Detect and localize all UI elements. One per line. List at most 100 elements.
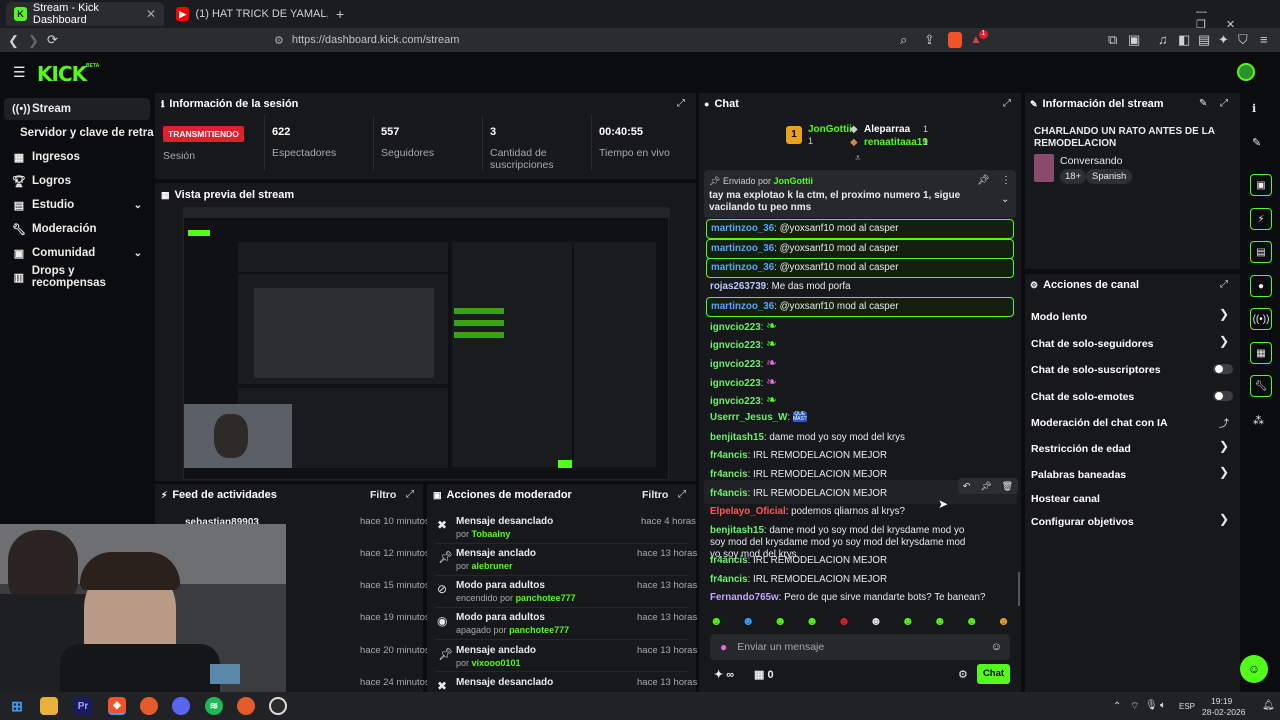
- emote-icon[interactable]: ☻: [965, 614, 978, 628]
- sidebar-item-stream[interactable]: ((•)) Stream: [4, 98, 150, 120]
- wallet-icon[interactable]: ▤: [1198, 32, 1210, 48]
- leo-icon[interactable]: ✦: [1218, 32, 1229, 48]
- expand-icon[interactable]: ⤢: [406, 489, 414, 500]
- chat-message[interactable]: ignvcio223: ❧: [710, 319, 1018, 334]
- rail-button-stream-info[interactable]: ▦: [1250, 342, 1272, 364]
- chat-message[interactable]: Elpelayo_Oficial: podemos qliarnos al kr…: [710, 506, 1018, 518]
- channel-action-slow-mode[interactable]: Modo lento ❯: [1031, 307, 1233, 323]
- expand-icon[interactable]: ⤢: [1220, 279, 1228, 290]
- sidebar-item-moderacion[interactable]: 🔧︎ Moderación: [4, 218, 150, 240]
- hamburger-icon[interactable]: ☰: [13, 64, 26, 81]
- extensions-icon[interactable]: ⧉: [1108, 32, 1117, 48]
- chat-message[interactable]: martinzoo_36: @yoxsanf10 mod al casper: [706, 258, 1014, 278]
- brave-shield-icon[interactable]: [948, 32, 962, 48]
- chat-message[interactable]: benjitash15: dame mod yo soy mod del kry…: [710, 432, 1018, 444]
- forward-icon[interactable]: ❯: [28, 33, 39, 49]
- reload-icon[interactable]: ⟳: [47, 32, 58, 48]
- mod-filter-button[interactable]: Filtro: [642, 489, 668, 501]
- back-icon[interactable]: ❮: [8, 33, 19, 49]
- brave-icon[interactable]: ◆: [108, 697, 126, 715]
- expand-icon[interactable]: ⤢: [678, 489, 686, 500]
- windows-start-icon[interactable]: ⊞: [8, 697, 26, 715]
- subs-only-toggle[interactable]: [1213, 364, 1233, 374]
- rail-button-chat[interactable]: ●: [1250, 275, 1272, 297]
- emote-icon[interactable]: ☻: [838, 614, 851, 628]
- menu-icon[interactable]: ≡: [1260, 32, 1268, 47]
- emote-icon[interactable]: ☻: [933, 614, 946, 628]
- browser-tab-kick[interactable]: K Stream - Kick Dashboard ✕: [6, 2, 164, 26]
- chat-message[interactable]: ignvcio223: ❧: [710, 393, 1018, 408]
- settings-icon[interactable]: ⚙: [958, 668, 968, 681]
- pin-icon[interactable]: 📌︎: [977, 175, 990, 186]
- emote-icon[interactable]: ☻: [806, 614, 819, 628]
- chat-message[interactable]: fr4ancis: IRL REMODELACION MEJOR: [710, 555, 1018, 567]
- chat-message[interactable]: ignvcio223: ❧: [710, 356, 1018, 371]
- activity-filter-button[interactable]: Filtro: [370, 489, 396, 501]
- language-indicator[interactable]: ESP: [1179, 702, 1195, 711]
- channel-action-subs-only[interactable]: Chat de solo-suscriptores: [1031, 362, 1233, 376]
- avatar[interactable]: [1237, 63, 1255, 81]
- clock-date[interactable]: 28-02-2026: [1202, 707, 1245, 717]
- chat-message[interactable]: Userrr_Jesus_W: QUE MAS?: [710, 412, 1018, 424]
- kick-logo[interactable]: KICK: [37, 62, 87, 86]
- channel-action-goals[interactable]: Configurar objetivos ❯: [1031, 512, 1233, 528]
- pin-icon[interactable]: 📌︎: [980, 481, 991, 492]
- sidebar-item-ingresos[interactable]: ▦ Ingresos: [4, 146, 150, 168]
- mic-icon[interactable]: 🎙︎: [1145, 700, 1158, 711]
- music-icon[interactable]: ♫: [1158, 32, 1168, 47]
- new-tab-button[interactable]: +: [336, 6, 344, 22]
- reply-icon[interactable]: ↶: [963, 481, 971, 492]
- zoom-icon[interactable]: ⌕: [900, 32, 907, 48]
- sidebar-item-logros[interactable]: 🏆︎ Logros: [4, 170, 150, 192]
- volume-icon[interactable]: 🔈︎: [1160, 700, 1166, 711]
- edit-icon[interactable]: ✎: [1252, 136, 1261, 149]
- community-icon[interactable]: ⁂: [1253, 414, 1264, 427]
- rail-button-activity[interactable]: ⚡︎: [1250, 208, 1272, 230]
- expand-icon[interactable]: ⤢: [1003, 98, 1011, 109]
- channel-action-emotes-only[interactable]: Chat de solo-emotes: [1031, 389, 1233, 403]
- edit-icon[interactable]: ✎: [1199, 98, 1207, 109]
- more-icon[interactable]: ⋮: [1001, 175, 1011, 186]
- browser-tab-youtube[interactable]: ▶ (1) HAT TRICK DE YAMAL, GOLEADA: [168, 2, 336, 26]
- sidebar-item-drops[interactable]: ▥ Drops y recompensas: [4, 265, 150, 289]
- reader-icon[interactable]: ▣: [1128, 32, 1140, 48]
- chevron-down-icon[interactable]: ⌄: [1001, 194, 1009, 205]
- notifications-icon[interactable]: 🔔︎: [1262, 700, 1275, 711]
- emote-icon[interactable]: ☻: [997, 614, 1010, 628]
- chat-message[interactable]: ignvcio223: ❧: [710, 375, 1018, 390]
- site-info-icon[interactable]: ⚙: [274, 34, 284, 47]
- obs-icon[interactable]: [269, 697, 287, 715]
- share-icon[interactable]: ⇪: [924, 32, 935, 48]
- sidebar-item-server-key[interactable]: Servidor y clave de retransmisión: [12, 122, 154, 144]
- firefox-icon[interactable]: [140, 697, 158, 715]
- spotify-icon[interactable]: ≋: [205, 697, 223, 715]
- file-explorer-icon[interactable]: [40, 697, 58, 715]
- firefox-icon[interactable]: [237, 697, 255, 715]
- rail-button-session[interactable]: ((•)): [1250, 308, 1272, 330]
- emote-icon[interactable]: ☻: [774, 614, 787, 628]
- rail-button-screen[interactable]: ▣: [1250, 174, 1272, 196]
- wifi-icon[interactable]: ⌔: [1130, 700, 1139, 713]
- chat-message[interactable]: rojas263739: Me das mod porfa: [710, 281, 1018, 293]
- vpn-icon[interactable]: ⛉: [1238, 32, 1248, 48]
- close-icon[interactable]: ✕: [146, 7, 156, 21]
- chat-scrollbar[interactable]: [1018, 572, 1020, 606]
- channel-action-host[interactable]: Hostear canal: [1031, 491, 1233, 505]
- send-chat-button[interactable]: Chat: [977, 664, 1010, 684]
- expand-icon[interactable]: ⤢: [677, 98, 685, 109]
- sidebar-item-estudio[interactable]: ▤ Estudio ⌄: [4, 194, 150, 216]
- points-display[interactable]: ✦ ∞: [714, 668, 734, 681]
- chat-message[interactable]: fr4ancis: IRL REMODELACION MEJOR: [710, 574, 1018, 586]
- chat-message[interactable]: martinzoo_36: @yoxsanf10 mod al casper: [706, 239, 1014, 259]
- chat-message[interactable]: ignvcio223: ❧: [710, 337, 1018, 352]
- chat-message[interactable]: Fernando765w: Pero de que sirve mandarte…: [710, 592, 1018, 604]
- url-bar[interactable]: ⚙ https://dashboard.kick.com/stream: [246, 30, 976, 50]
- emote-icon[interactable]: ☻: [902, 614, 915, 628]
- discord-icon[interactable]: [172, 697, 190, 715]
- emote-icon[interactable]: ☻: [742, 614, 755, 628]
- delete-icon[interactable]: 🗑︎: [1002, 481, 1013, 492]
- chat-input[interactable]: ● Enviar un mensaje ☺: [710, 634, 1010, 660]
- chat-message[interactable]: fr4ancis: IRL REMODELACION MEJOR: [710, 450, 1018, 462]
- sidebar-toggle-icon[interactable]: ◧: [1178, 32, 1190, 48]
- help-chat-icon[interactable]: ☺: [1240, 655, 1268, 683]
